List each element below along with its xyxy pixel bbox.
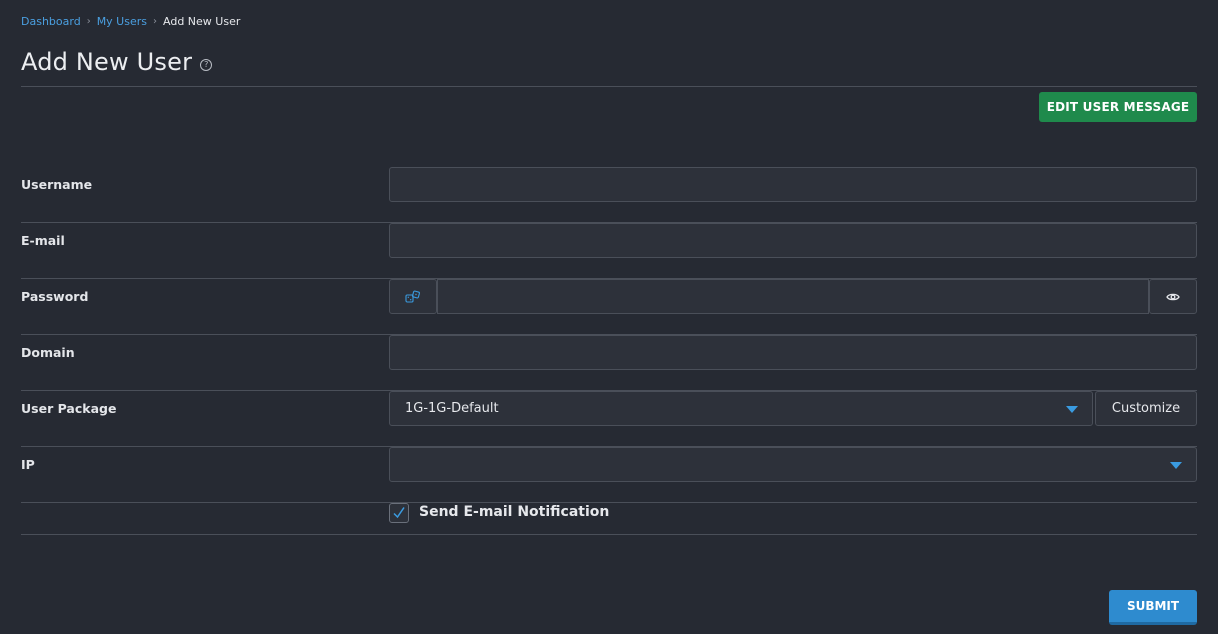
checkmark-icon [393,507,405,519]
domain-input[interactable] [389,335,1197,370]
email-row: E-mail [21,223,1197,279]
edit-user-message-button[interactable]: EDIT USER MESSAGE [1039,92,1197,122]
send-notification-label: Send E-mail Notification [419,504,610,520]
breadcrumb-my-users[interactable]: My Users [97,15,147,28]
breadcrumb: Dashboard › My Users › Add New User [21,15,240,28]
help-icon[interactable]: ? [200,59,213,71]
dice-icon [405,290,420,303]
user-package-select[interactable]: 1G-1G-Default [389,391,1093,426]
user-package-row: User Package 1G-1G-Default Customize [21,391,1197,447]
domain-row: Domain [21,335,1197,391]
password-input[interactable] [437,279,1149,314]
submit-button[interactable]: SUBMIT [1109,590,1197,625]
customize-label: Customize [1111,401,1181,416]
generate-password-button[interactable] [389,279,437,314]
username-label: Username [21,177,93,192]
chevron-right-icon: › [86,16,91,27]
page-title: Add New User [21,48,193,76]
breadcrumb-current: Add New User [163,15,241,28]
domain-label: Domain [21,345,75,360]
page-header: Add New User ? [21,48,213,76]
chevron-down-icon [1170,462,1182,469]
chevron-right-icon: › [153,16,157,27]
email-input[interactable] [389,223,1197,258]
username-input[interactable] [389,167,1197,202]
notification-row: Send E-mail Notification [21,493,1197,535]
password-row: Password [21,279,1197,335]
username-row: Username [21,167,1197,223]
user-package-selected: 1G-1G-Default [405,401,499,416]
user-package-label: User Package [21,401,117,416]
send-notification-checkbox[interactable] [389,503,409,523]
customize-package-button[interactable]: Customize [1095,391,1197,426]
toggle-password-visibility-button[interactable] [1149,279,1197,314]
ip-label: IP [21,457,35,472]
eye-icon [1166,293,1180,300]
breadcrumb-dashboard[interactable]: Dashboard [21,15,81,28]
password-label: Password [21,289,89,304]
ip-select[interactable] [389,447,1197,482]
title-divider [21,86,1197,87]
email-label: E-mail [21,233,65,248]
chevron-down-icon [1066,406,1078,413]
